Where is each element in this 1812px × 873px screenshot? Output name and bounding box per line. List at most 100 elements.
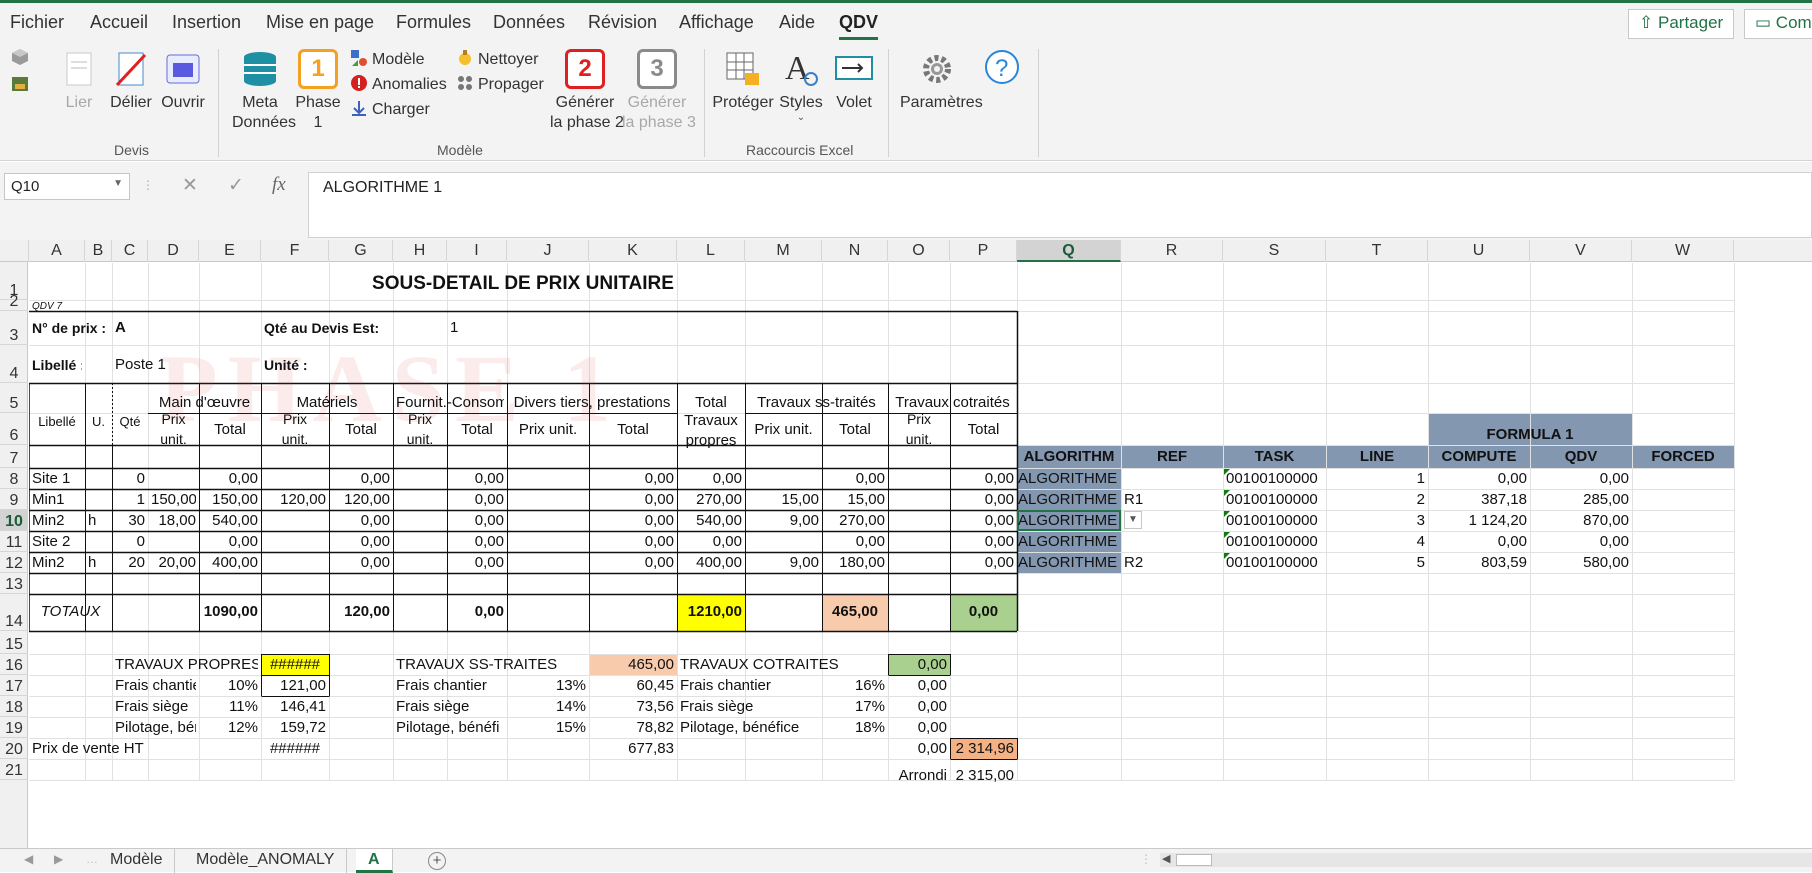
cell-n12[interactable]: 180,00 xyxy=(825,554,885,572)
total-main-oeuvre[interactable]: 1090,00 xyxy=(202,603,258,621)
scroll-left-icon[interactable]: ◀ xyxy=(1162,852,1170,865)
picture-icon[interactable] xyxy=(11,75,29,97)
tab-prev-icon[interactable]: ◀ xyxy=(24,852,33,866)
column-header-u[interactable]: U xyxy=(1428,240,1530,262)
anomalies-button[interactable]: Anomalies xyxy=(350,74,447,95)
menu-tab-revision[interactable]: Révision xyxy=(588,12,657,33)
row-header-20[interactable]: 20 xyxy=(0,738,28,759)
libelle-label[interactable]: Libellé : xyxy=(32,356,82,374)
travaux-cotraites-value[interactable]: 0,00 xyxy=(891,656,947,674)
cell-c12[interactable]: 20 xyxy=(115,554,145,572)
right-cell-task-2[interactable]: 00100100000 xyxy=(1226,491,1323,509)
scrollbar-thumb[interactable] xyxy=(1176,854,1212,866)
cell-c11[interactable]: 0 xyxy=(115,533,145,551)
cell-g12[interactable]: 0,00 xyxy=(332,554,390,572)
tp-val-17[interactable]: 121,00 xyxy=(264,677,326,695)
co-fs-label-18[interactable]: Frais siège xyxy=(680,698,819,716)
right-cell-ref-2[interactable]: R1 xyxy=(1124,491,1220,509)
header-prix-cot-line1[interactable]: Prix xyxy=(891,410,947,428)
confirm-icon[interactable]: ✓ xyxy=(228,174,244,197)
right-header-forced[interactable]: FORCED xyxy=(1635,448,1731,466)
menu-tab-insertion[interactable]: Insertion xyxy=(172,12,241,33)
column-header-i[interactable]: I xyxy=(447,240,507,262)
menu-tab-qdv[interactable]: QDV xyxy=(839,12,879,40)
cell-d12[interactable]: 20,00 xyxy=(151,554,196,572)
column-header-b[interactable]: B xyxy=(85,240,112,262)
select-all-corner[interactable] xyxy=(0,240,29,262)
cell-k11[interactable]: 0,00 xyxy=(592,533,674,551)
chevron-down-icon[interactable]: ▼ xyxy=(113,178,123,189)
right-cell-task-3[interactable]: 00100100000 xyxy=(1226,512,1323,530)
row-header-2[interactable]: 2 xyxy=(0,294,28,311)
travaux-sstraites-label[interactable]: TRAVAUX SS-TRAITES xyxy=(396,656,586,674)
row-header-10[interactable]: 10 xyxy=(0,510,28,531)
column-header-c[interactable]: C xyxy=(112,240,148,262)
prix-vente-total[interactable]: 2 314,96 xyxy=(953,740,1014,758)
cell-m9[interactable]: 15,00 xyxy=(748,491,819,509)
menu-tab-mise-en-page[interactable]: Mise en page xyxy=(266,12,374,33)
right-cell-qdv-1[interactable]: 0,00 xyxy=(1533,470,1629,488)
row-header-8[interactable]: 8 xyxy=(0,468,28,489)
row-header-3[interactable]: 3 xyxy=(0,311,28,345)
ss-val-19[interactable]: 78,82 xyxy=(592,719,674,737)
header-total-line2[interactable]: Travaux xyxy=(680,412,742,430)
row-header-12[interactable]: 12 xyxy=(0,552,28,573)
tp-pct-18[interactable]: 11% xyxy=(202,698,258,716)
co-val-17[interactable]: 0,00 xyxy=(891,677,947,695)
right-cell-compute-1[interactable]: 0,00 xyxy=(1431,470,1527,488)
qte-devis-value[interactable]: 1 xyxy=(450,319,504,337)
cell-f9[interactable]: 120,00 xyxy=(264,491,326,509)
right-cell-qdv-5[interactable]: 580,00 xyxy=(1533,554,1629,572)
cell-g10[interactable]: 0,00 xyxy=(332,512,390,530)
right-cell-qdv-2[interactable]: 285,00 xyxy=(1533,491,1629,509)
right-cell-qdv-3[interactable]: 870,00 xyxy=(1533,512,1629,530)
horizontal-scrollbar[interactable]: ◀ xyxy=(1160,853,1812,867)
total-cotraites[interactable]: 0,00 xyxy=(953,603,1014,621)
right-cell-task-5[interactable]: 00100100000 xyxy=(1226,554,1323,572)
header-libelle[interactable]: Libellé xyxy=(32,413,82,431)
volet-button[interactable]: Volet xyxy=(828,49,880,113)
share-button[interactable]: ⇧ Partager xyxy=(1628,9,1734,39)
cell-g8[interactable]: 0,00 xyxy=(332,470,390,488)
row-header-15[interactable]: 15 xyxy=(0,631,28,654)
column-header-w[interactable]: W xyxy=(1632,240,1734,262)
menu-tab-formules[interactable]: Formules xyxy=(396,12,471,33)
cell-d10[interactable]: 18,00 xyxy=(151,512,196,530)
propager-button[interactable]: Propager xyxy=(456,74,544,95)
row-header-14[interactable]: 14 xyxy=(0,594,28,631)
cell-e9[interactable]: 150,00 xyxy=(202,491,258,509)
row-header-13[interactable]: 13 xyxy=(0,573,28,594)
column-header-n[interactable]: N xyxy=(822,240,888,262)
cell-a8[interactable]: Site 1 xyxy=(32,470,82,488)
menu-tab-donnees[interactable]: Données xyxy=(493,12,565,33)
co-pb-label-full-19[interactable]: Pilotage, bénéfice xyxy=(680,719,819,737)
right-cell-compute-3[interactable]: 1 124,20 xyxy=(1431,512,1527,530)
cell-l10[interactable]: 540,00 xyxy=(680,512,742,530)
column-header-h[interactable]: H xyxy=(393,240,447,262)
name-box[interactable]: Q10 ▼ xyxy=(4,173,130,200)
cell-g9[interactable]: 120,00 xyxy=(332,491,390,509)
right-header-line[interactable]: LINE xyxy=(1329,448,1425,466)
cell-c10[interactable]: 30 xyxy=(115,512,145,530)
arrondi-value[interactable]: 2 315,00 xyxy=(953,767,1014,785)
qdv-tag[interactable]: QDV 7 xyxy=(32,298,109,316)
cell-l12[interactable]: 400,00 xyxy=(680,554,742,572)
sheet-title[interactable]: SOUS-DETAIL DE PRIX UNITAIRE xyxy=(32,275,1014,293)
right-cell-qdv-4[interactable]: 0,00 xyxy=(1533,533,1629,551)
row-header-11[interactable]: 11 xyxy=(0,531,28,552)
menu-tab-fichier[interactable]: Fichier xyxy=(10,12,64,33)
header-prix-cot-line2[interactable]: unit. xyxy=(891,430,947,448)
right-cell-line-4[interactable]: 4 xyxy=(1329,533,1425,551)
right-cell-compute-2[interactable]: 387,18 xyxy=(1431,491,1527,509)
cell-i12[interactable]: 0,00 xyxy=(450,554,504,572)
cell-g11[interactable]: 0,00 xyxy=(332,533,390,551)
right-cell-algorithm-5[interactable]: ALGORITHME xyxy=(1018,554,1121,572)
ss-val-17[interactable]: 60,45 xyxy=(592,677,674,695)
cell-m12[interactable]: 9,00 xyxy=(748,554,819,572)
cell-n8[interactable]: 0,00 xyxy=(825,470,885,488)
right-cell-algorithm-1[interactable]: ALGORITHME xyxy=(1018,470,1121,488)
column-header-q[interactable]: Q xyxy=(1017,240,1121,262)
right-cell-line-1[interactable]: 1 xyxy=(1329,470,1425,488)
column-header-f[interactable]: F xyxy=(261,240,329,262)
ss-fc-label-17[interactable]: Frais chantier xyxy=(396,677,504,695)
